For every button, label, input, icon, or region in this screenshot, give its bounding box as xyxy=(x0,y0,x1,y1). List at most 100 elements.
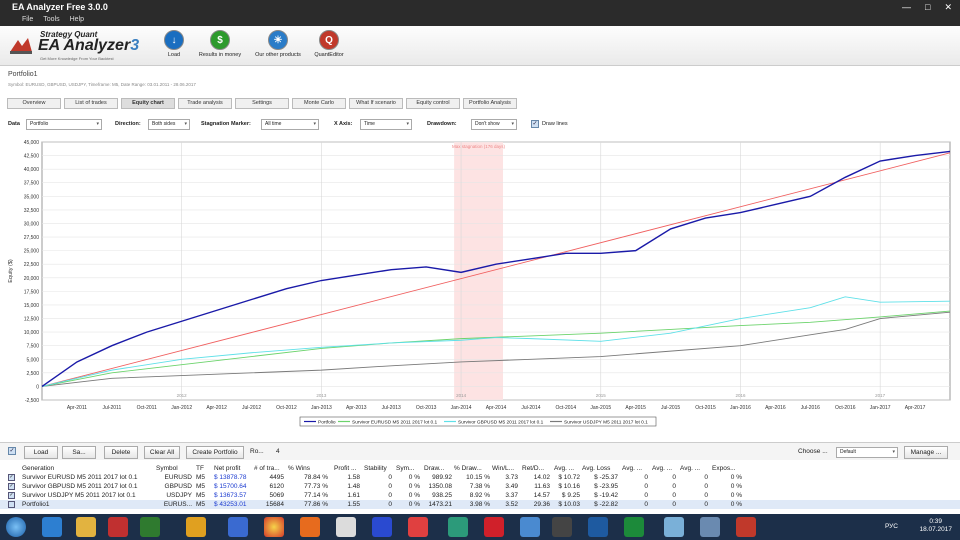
app4-icon[interactable] xyxy=(408,517,428,537)
menu-tools[interactable]: Tools xyxy=(43,14,59,26)
column-header[interactable]: Net profit xyxy=(214,464,240,473)
column-header[interactable]: Stability xyxy=(364,464,387,473)
draw-lines-label: Draw lines xyxy=(542,121,568,127)
tab-trade-analysis[interactable]: Trade analysis xyxy=(178,98,232,109)
ea-analyzer-task-icon[interactable] xyxy=(736,517,756,537)
folder-icon[interactable] xyxy=(76,517,96,537)
app7-icon[interactable] xyxy=(552,517,572,537)
results-money-button[interactable]: $ Results in money xyxy=(196,30,244,58)
clock[interactable]: 0:39 18.07.2017 xyxy=(919,518,952,534)
app6-icon[interactable] xyxy=(520,517,540,537)
table-row[interactable]: ✓ Survivor GBPUSD M5 2011 2017 lot 0.1 GBP… xyxy=(0,482,960,491)
x-tick-label: Apr-2016 xyxy=(765,405,786,411)
table-cell: M5 xyxy=(196,474,206,481)
column-header[interactable]: Avg. ... xyxy=(652,464,672,473)
x-tick-label: Jul-2012 xyxy=(242,405,261,411)
x-tick-label: Oct-2012 xyxy=(276,405,297,411)
y-tick-label: 22,500 xyxy=(24,262,40,268)
app8-icon[interactable] xyxy=(664,517,684,537)
direction-select[interactable]: Both sides xyxy=(148,119,190,130)
manage-button[interactable]: Manage ... xyxy=(904,446,948,459)
row-checkbox[interactable]: ✓ xyxy=(8,483,15,490)
load-button[interactable]: Load xyxy=(24,446,58,459)
table-row[interactable]: ✓ Survivor USDJPY M5 2011 2017 lot 0.1 USD… xyxy=(0,491,960,500)
delete-button[interactable]: Delete xyxy=(104,446,138,459)
maximize-button[interactable]: □ xyxy=(925,0,930,14)
row-checkbox[interactable]: ✓ xyxy=(8,492,15,499)
quanteditor-label: QuantEditor xyxy=(314,52,344,58)
opera-icon[interactable] xyxy=(484,517,504,537)
stagnation-select[interactable]: All time xyxy=(261,119,319,130)
select-all-checkbox[interactable]: ✓ xyxy=(8,447,16,455)
xaxis-select[interactable]: Time xyxy=(360,119,412,130)
tab-settings[interactable]: Settings xyxy=(235,98,289,109)
column-header[interactable]: # of tra... xyxy=(254,464,280,473)
tab-equity-control[interactable]: Equity control xyxy=(406,98,460,109)
strategy-table: Generation Symbol TF Net profit # of tra...%… xyxy=(0,462,960,514)
store-icon[interactable] xyxy=(140,517,160,537)
firefox-icon[interactable] xyxy=(300,517,320,537)
dollar-icon: $ xyxy=(210,30,230,50)
app3-icon[interactable] xyxy=(372,517,392,537)
language-indicator[interactable]: РУС xyxy=(885,523,898,530)
clear-all-button[interactable]: Clear All xyxy=(144,446,180,459)
stagnation-label: Stagnation Marker: xyxy=(201,121,251,127)
column-header[interactable]: Generation xyxy=(22,464,54,473)
asus-icon[interactable] xyxy=(588,517,608,537)
app9-icon[interactable] xyxy=(700,517,720,537)
table-cell: $ 10.16 xyxy=(558,483,580,490)
column-header[interactable]: Sym... xyxy=(396,464,414,473)
app2-icon[interactable] xyxy=(336,517,356,537)
table-cell: 0 xyxy=(704,483,708,490)
tab-list-of-trades[interactable]: List of trades xyxy=(64,98,118,109)
table-row[interactable]: ✓ Survivor EURUSD M5 2011 2017 lot 0.1 EUR… xyxy=(0,473,960,482)
app-icon[interactable] xyxy=(186,517,206,537)
column-header[interactable]: Ret/D... xyxy=(522,464,544,473)
column-header[interactable]: Win/L... xyxy=(492,464,514,473)
create-portfolio-button[interactable]: Create Portfolio xyxy=(186,446,244,459)
table-cell: 77.73 % xyxy=(304,483,328,490)
minimize-button[interactable]: — xyxy=(902,0,911,14)
chrome-icon[interactable] xyxy=(264,517,284,537)
column-header[interactable]: Avg. Loss xyxy=(582,464,610,473)
column-header[interactable]: Profit ... xyxy=(334,464,356,473)
other-products-button[interactable]: ☀ Our other products xyxy=(252,30,304,58)
choose-select[interactable]: Default xyxy=(836,447,898,458)
table-row[interactable]: Portfolio1 EURUS... M5 $ 43253.01 15684 77.86… xyxy=(0,500,960,509)
tab-portfolio-analysis[interactable]: Portfolio Analysis xyxy=(463,98,517,109)
tab-overview[interactable]: Overview xyxy=(7,98,61,109)
close-button[interactable]: ✕ xyxy=(944,0,952,14)
row-checkbox[interactable] xyxy=(8,501,15,508)
column-header[interactable]: Avg. ... xyxy=(622,464,642,473)
media-icon[interactable] xyxy=(108,517,128,537)
start-button[interactable] xyxy=(6,517,26,537)
column-header[interactable]: % Draw... xyxy=(454,464,482,473)
column-header[interactable]: TF xyxy=(196,464,204,473)
quanteditor-button[interactable]: Q QuantEditor xyxy=(312,30,346,58)
save-button[interactable]: Sa... xyxy=(62,446,96,459)
x-tick-label: Jul-2013 xyxy=(382,405,401,411)
tab-what-if[interactable]: What If scenario xyxy=(349,98,403,109)
drawdown-select[interactable]: Don't show xyxy=(471,119,517,130)
table-cell: 0 xyxy=(644,501,648,508)
menu-help[interactable]: Help xyxy=(70,14,84,26)
column-header[interactable]: % Wins xyxy=(288,464,310,473)
tab-monte-carlo[interactable]: Monte Carlo xyxy=(292,98,346,109)
tab-equity-chart[interactable]: Equity chart xyxy=(121,98,175,109)
column-header[interactable]: Avg. ... xyxy=(680,464,700,473)
ie-icon[interactable] xyxy=(42,517,62,537)
column-header[interactable]: Avg. ... xyxy=(554,464,574,473)
data-select[interactable]: Portfolio xyxy=(26,119,102,130)
column-header[interactable]: Draw... xyxy=(424,464,444,473)
row-checkbox[interactable]: ✓ xyxy=(8,474,15,481)
year-label: 2017 xyxy=(875,393,886,398)
text-icon[interactable] xyxy=(228,517,248,537)
excel-icon[interactable] xyxy=(624,517,644,537)
app5-icon[interactable] xyxy=(448,517,468,537)
column-header[interactable]: Expos... xyxy=(712,464,735,473)
draw-lines-checkbox[interactable]: ✓ xyxy=(531,120,539,128)
menu-file[interactable]: File xyxy=(22,14,33,26)
load-toolbar-button[interactable]: ↓ Load xyxy=(160,30,188,58)
table-header: Generation Symbol TF Net profit # of tra...%… xyxy=(0,464,960,473)
column-header[interactable]: Symbol xyxy=(156,464,178,473)
